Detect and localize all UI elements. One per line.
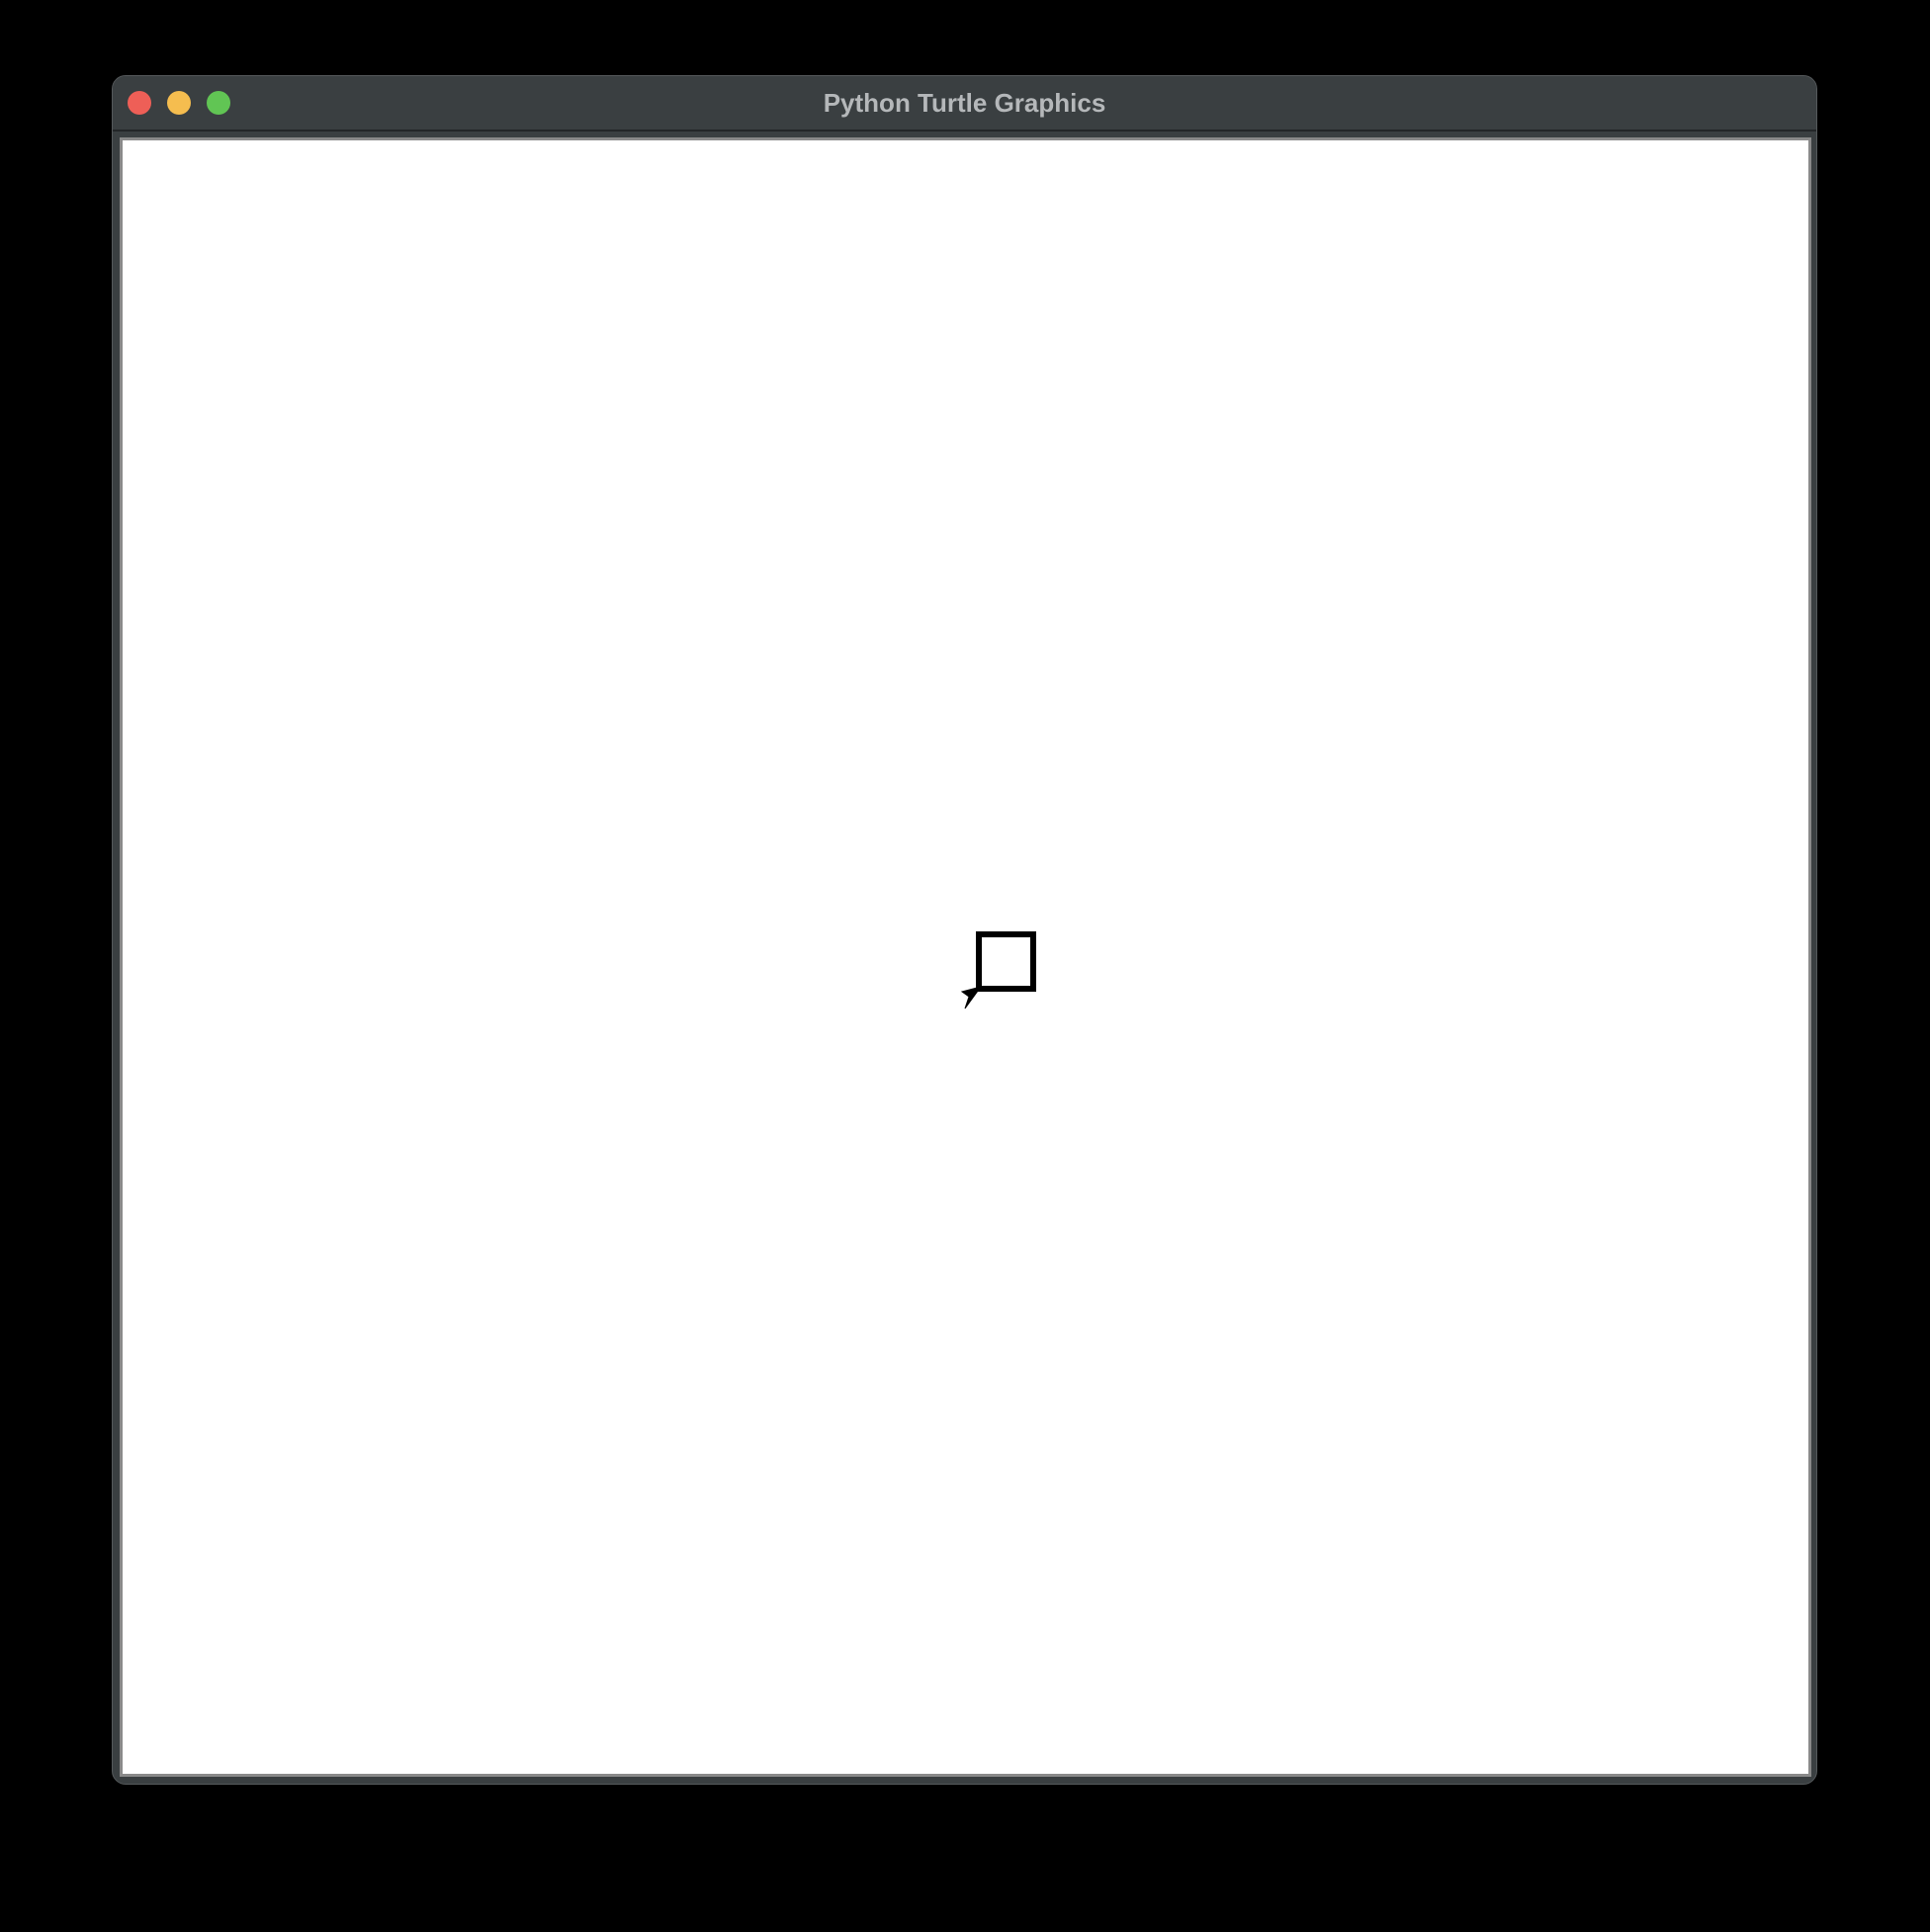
turtle-arrow-icon (960, 986, 983, 1010)
window-title: Python Turtle Graphics (823, 88, 1106, 118)
turtle-window: Python Turtle Graphics (112, 75, 1817, 1785)
turtle-canvas[interactable] (123, 140, 1808, 1774)
drawing-layer (960, 931, 1036, 1010)
drawn-square (976, 931, 1036, 992)
title-bar[interactable]: Python Turtle Graphics (113, 76, 1816, 132)
canvas-frame (120, 137, 1811, 1777)
